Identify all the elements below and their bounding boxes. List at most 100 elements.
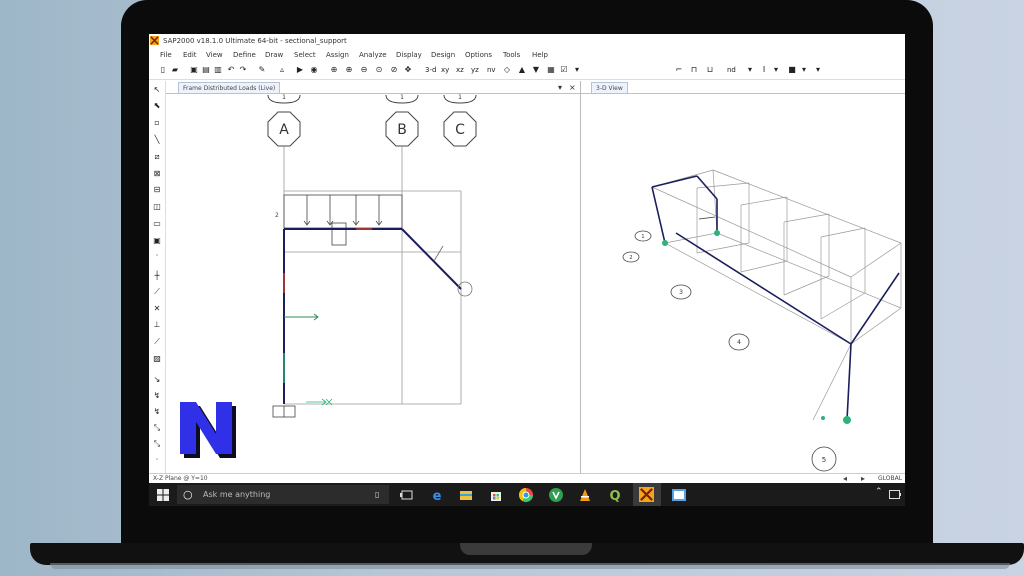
check-icon[interactable]: ☑ <box>559 65 569 75</box>
menu-view[interactable]: View <box>206 49 223 61</box>
view-xy-button[interactable]: xy <box>441 65 449 75</box>
snap-ends-icon[interactable]: ⟋ <box>152 287 162 297</box>
coordinate-system-select[interactable]: GLOBAL <box>878 474 902 483</box>
status-next-icon[interactable]: ▸ <box>861 474 865 483</box>
frame-icon[interactable]: ⊓ <box>689 65 699 75</box>
qgis-icon[interactable]: Q <box>607 487 623 503</box>
zoom-out-icon[interactable]: ⊖ <box>359 65 369 75</box>
draw-solid-icon[interactable]: ▣ <box>152 236 162 246</box>
menu-tools[interactable]: Tools <box>503 49 520 61</box>
tray-battery-icon[interactable] <box>889 490 901 499</box>
save-icon[interactable]: ▣ <box>189 65 199 75</box>
3d-frame-members <box>651 175 900 421</box>
shade-icon[interactable]: ■ <box>787 65 797 75</box>
pane-close-icon[interactable]: × <box>569 82 576 93</box>
menu-design[interactable]: Design <box>431 49 455 61</box>
open-file-icon[interactable]: ▰ <box>170 65 180 75</box>
clear-selection-icon[interactable]: ↯ <box>152 407 162 417</box>
joint-display-button[interactable]: nd <box>727 65 736 75</box>
menu-draw[interactable]: Draw <box>265 49 283 61</box>
status-prev-icon[interactable]: ◂ <box>843 474 847 483</box>
print-icon[interactable]: ▤ <box>201 65 211 75</box>
pencil-icon[interactable]: ✎ <box>257 65 267 75</box>
display-icon[interactable]: ⊔ <box>705 65 715 75</box>
snap-perpendicular-icon[interactable]: ⊥ <box>152 320 162 330</box>
zoom-in-icon[interactable]: ⊕ <box>344 65 354 75</box>
snap-intersection-icon[interactable]: ✕ <box>152 304 162 314</box>
status-plane-readout: X-Z Plane @ Y=10 <box>153 475 208 482</box>
pan-icon[interactable]: ✥ <box>403 65 413 75</box>
windows-start-icon[interactable] <box>157 489 169 501</box>
draw-rect-area-icon[interactable]: ▭ <box>152 219 162 229</box>
menu-edit[interactable]: Edit <box>183 49 197 61</box>
view-xz-button[interactable]: xz <box>456 65 464 75</box>
grid-icon[interactable]: ▦ <box>546 65 556 75</box>
taskbar-search-box[interactable]: ○ Ask me anything ▯ <box>177 485 389 504</box>
new-file-icon[interactable]: ▯ <box>158 65 168 75</box>
menu-display[interactable]: Display <box>396 49 422 61</box>
quick-frame-icon[interactable]: ⧄ <box>152 152 162 162</box>
menu-file[interactable]: File <box>160 49 172 61</box>
left-toolbar-more-icon[interactable]: · <box>152 251 162 261</box>
store-icon[interactable] <box>488 487 504 503</box>
draw-joint-icon[interactable]: ▫ <box>152 118 162 128</box>
edge-browser-icon[interactable]: e <box>429 487 445 503</box>
run-analysis-icon[interactable]: ▶ <box>295 65 305 75</box>
move-up-icon[interactable]: ▲ <box>517 65 527 75</box>
draw-frame-icon[interactable]: ╲ <box>152 135 162 145</box>
reshape-icon[interactable]: ⬉ <box>152 101 162 111</box>
lock-icon[interactable]: ▵ <box>277 65 287 75</box>
zoom-window-icon[interactable]: ⊕ <box>329 65 339 75</box>
select-previous-icon[interactable]: ↯ <box>152 391 162 401</box>
chrome-icon[interactable] <box>518 487 534 503</box>
toolbar-more-2-icon[interactable]: ▾ <box>745 65 755 75</box>
toolbar-more-3-icon[interactable]: ▾ <box>771 65 781 75</box>
select-all-icon[interactable]: ↘ <box>152 375 162 385</box>
select-line-icon[interactable]: ⤡ <box>152 439 162 449</box>
zoom-previous-icon[interactable]: ⊘ <box>389 65 399 75</box>
intersect-line-icon[interactable]: ⤡ <box>152 423 162 433</box>
diagonal-axis-arrow <box>433 245 444 262</box>
sap2000-taskbar-button[interactable] <box>633 483 661 506</box>
perspective-icon[interactable]: ◇ <box>502 65 512 75</box>
toolbar-more-5-icon[interactable]: ▾ <box>813 65 823 75</box>
redo-icon[interactable]: ↷ <box>238 65 248 75</box>
menu-help[interactable]: Help <box>532 49 548 61</box>
toolbar-more-4-icon[interactable]: ▾ <box>799 65 809 75</box>
pane-menu-icon[interactable]: ▾ <box>558 82 562 93</box>
toolbar-more-icon[interactable]: ▾ <box>572 65 582 75</box>
beam-label: 2 <box>275 212 279 219</box>
tray-up-arrow-icon[interactable]: ⌃ <box>875 487 883 497</box>
snap-grid-icon[interactable]: ▨ <box>152 354 162 364</box>
snap-lines-icon[interactable]: ⟋ <box>152 337 162 347</box>
draw-area-icon[interactable]: ◫ <box>152 202 162 212</box>
snap-points-icon[interactable]: ┼ <box>152 271 162 281</box>
draw-brace-icon[interactable]: ⊠ <box>152 169 162 179</box>
left-toolbar-more-2-icon[interactable]: · <box>152 455 162 465</box>
view-3d-button[interactable]: 3-d <box>425 65 436 75</box>
undo-icon[interactable]: ↶ <box>226 65 236 75</box>
menu-options[interactable]: Options <box>465 49 492 61</box>
vlc-icon[interactable] <box>577 487 593 503</box>
pointer-icon[interactable]: ↖ <box>152 85 162 95</box>
green-app-icon[interactable] <box>548 487 564 503</box>
menu-define[interactable]: Define <box>233 49 256 61</box>
task-view-icon[interactable] <box>399 487 415 503</box>
blue-app-icon[interactable] <box>671 487 687 503</box>
menu-analyze[interactable]: Analyze <box>359 49 387 61</box>
file-explorer-icon[interactable] <box>458 487 474 503</box>
print-tables-icon[interactable]: ▥ <box>213 65 223 75</box>
menu-select[interactable]: Select <box>294 49 316 61</box>
microphone-icon[interactable]: ▯ <box>375 485 379 504</box>
run-now-icon[interactable]: ◉ <box>309 65 319 75</box>
section-cut-icon[interactable]: ⌐ <box>674 65 684 75</box>
view-yz-button[interactable]: yz <box>471 65 479 75</box>
zoom-full-icon[interactable]: ⊙ <box>374 65 384 75</box>
draw-link-icon[interactable]: ⊟ <box>152 185 162 195</box>
toolbar: ▯ ▰ ▣ ▤ ▥ ↶ ↷ ✎ ▵ ▶ ◉ ⊕ ⊕ ⊖ ⊙ ⊘ ✥ 3-d xy… <box>149 63 905 80</box>
menu-assign[interactable]: Assign <box>326 49 349 61</box>
view-nv-button[interactable]: nv <box>487 65 496 75</box>
move-down-icon[interactable]: ▼ <box>531 65 541 75</box>
text-cursor-icon[interactable]: I <box>759 65 769 75</box>
3d-view-pane[interactable]: 3-D View 1 2 3 4 5 <box>581 81 905 473</box>
